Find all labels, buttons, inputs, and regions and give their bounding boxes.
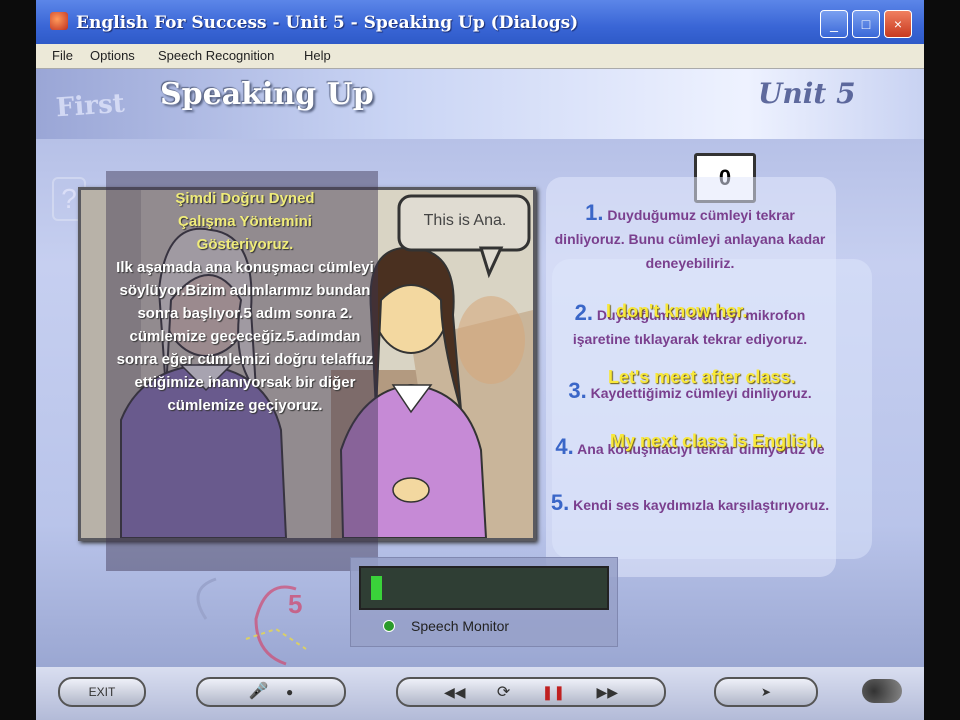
next-button[interactable]: ➤ <box>714 677 818 707</box>
speech-bubble-text: This is Ana. <box>423 212 507 229</box>
speech-monitor-label: Speech Monitor <box>411 618 510 634</box>
step-number-annotation: 5 <box>288 589 303 619</box>
window-title: English For Success - Unit 5 - Speaking … <box>76 13 579 33</box>
step-3-number: 3. <box>568 378 587 403</box>
rewind-icon[interactable]: ◀◀ <box>444 684 466 700</box>
menu-bar: File Options Speech Recognition Help <box>36 44 924 69</box>
step-4-number: 4. <box>555 434 574 459</box>
app-icon <box>50 12 68 30</box>
menu-help[interactable]: Help <box>304 48 331 63</box>
record-icon[interactable]: ● <box>286 685 293 699</box>
app-window: English For Success - Unit 5 - Speaking … <box>36 0 924 720</box>
pause-icon[interactable]: ❚❚ <box>542 684 565 700</box>
page-title: Speaking Up <box>160 77 374 112</box>
status-orb-icon <box>862 679 902 703</box>
lesson-content: First Speaking Up Unit 5 ? This is Ana. … <box>36 69 924 720</box>
microphone-icon[interactable]: 🎤 <box>249 683 269 700</box>
title-bar: English For Success - Unit 5 - Speaking … <box>36 0 924 44</box>
step-5-text: Kendi ses kaydımızla karşılaştırıyoruz. <box>573 497 830 513</box>
repeat-icon[interactable]: ⟳ <box>497 684 510 701</box>
exit-button[interactable]: EXIT <box>58 677 146 707</box>
overlay-body-text: Ilk aşamada ana konuşmacı cümleyi söylüy… <box>116 259 374 414</box>
header-band: First Speaking Up Unit 5 <box>36 69 924 139</box>
dialog-line-3[interactable]: My next class is English. <box>610 431 822 452</box>
bottom-control-bar: EXIT 🎤 ● ◀◀ ⟳ ❚❚ ▶▶ ➤ <box>36 667 924 720</box>
step-5-number: 5. <box>550 490 570 515</box>
step-1-number: 1. <box>585 200 604 225</box>
unit-label: Unit 5 <box>758 77 856 110</box>
step-5: 5. Kendi ses kaydımızla karşılaştırıyoru… <box>550 491 830 517</box>
turkish-instruction: Şimdi Doğru Dyned Çalışma Yöntemini Göst… <box>110 187 380 417</box>
step-2-number: 2. <box>574 300 593 325</box>
close-button[interactable]: × <box>884 10 912 38</box>
menu-speech-recognition[interactable]: Speech Recognition <box>158 48 274 63</box>
overlay-line-2: Çalışma Yöntemini <box>178 213 312 230</box>
next-icon: ➤ <box>760 685 772 699</box>
overlay-line-3: Gösteriyoruz. <box>196 236 294 253</box>
playback-controls: ◀◀ ⟳ ❚❚ ▶▶ <box>396 677 666 707</box>
dialog-line-1[interactable]: I don't know her. <box>606 301 747 322</box>
minimize-button[interactable]: _ <box>820 10 848 38</box>
forward-icon[interactable]: ▶▶ <box>596 684 618 700</box>
maximize-button[interactable]: □ <box>852 10 880 38</box>
menu-options[interactable]: Options <box>90 48 135 63</box>
overlay-line-1: Şimdi Doğru Dyned <box>175 190 315 207</box>
menu-file[interactable]: File <box>52 48 73 63</box>
mic-controls: 🎤 ● <box>196 677 346 707</box>
dialog-line-2[interactable]: Let's meet after class. <box>608 367 795 388</box>
step-1: 1. Duyduğumuz cümleyi tekrar dinliyoruz.… <box>550 201 830 275</box>
ghost-header-text: First <box>55 88 126 124</box>
